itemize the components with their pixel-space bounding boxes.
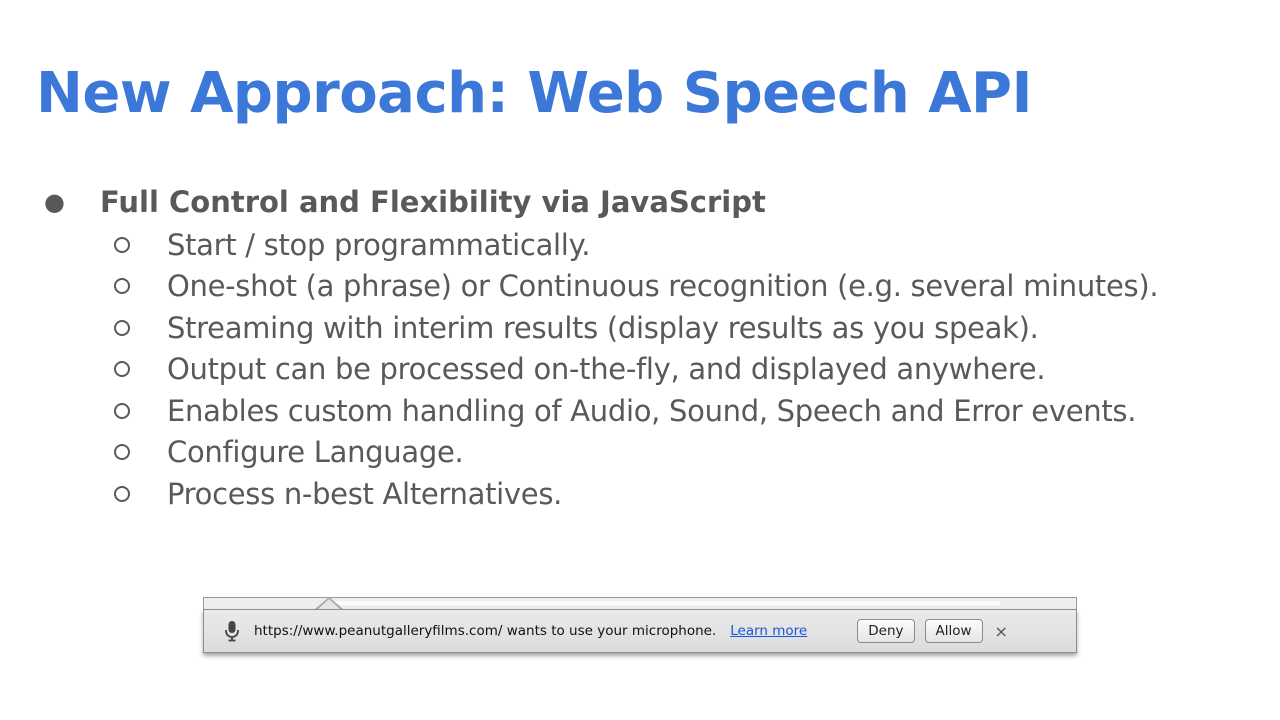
sub-bullet: Streaming with interim results (display … <box>44 307 1274 349</box>
sub-bullet-text: Process n-best Alternatives. <box>167 476 563 511</box>
sub-bullet-text: Output can be processed on-the-fly, and … <box>167 352 1046 387</box>
sub-bullet-list: Start / stop programmatically. One-shot … <box>44 224 1274 515</box>
allow-button[interactable]: Allow <box>924 619 983 643</box>
sub-bullet: Enables custom handling of Audio, Sound,… <box>44 390 1274 432</box>
sub-bullet: Output can be processed on-the-fly, and … <box>44 349 1274 391</box>
sub-bullet-text: One-shot (a phrase) or Continuous recogn… <box>167 269 1159 304</box>
circle-bullet-icon <box>114 278 130 295</box>
sub-bullet-text: Enables custom handling of Audio, Sound,… <box>167 393 1137 428</box>
bullet-dot-icon: ● <box>44 188 65 216</box>
close-icon[interactable]: × <box>995 622 1008 641</box>
learn-more-link[interactable]: Learn more <box>730 623 807 639</box>
circle-bullet-icon <box>114 485 130 502</box>
sub-bullet: Start / stop programmatically. <box>44 224 1274 266</box>
circle-bullet-icon <box>114 319 130 336</box>
sub-bullet-text: Streaming with interim results (display … <box>167 310 1039 345</box>
circle-bullet-icon <box>114 402 130 419</box>
sub-bullet: One-shot (a phrase) or Continuous recogn… <box>44 266 1274 308</box>
infobar-body: https://www.peanutgalleryfilms.com/ want… <box>203 609 1077 653</box>
sub-bullet-text: Configure Language. <box>167 435 464 470</box>
sub-bullet: Process n-best Alternatives. <box>44 473 1274 515</box>
circle-bullet-icon <box>114 444 130 461</box>
sub-bullet-text: Start / stop programmatically. <box>167 227 591 262</box>
microphone-permission-infobar: https://www.peanutgalleryfilms.com/ want… <box>203 597 1077 655</box>
bullet-list: ● Full Control and Flexibility via JavaS… <box>44 180 1274 515</box>
circle-bullet-icon <box>114 236 130 253</box>
permission-message: https://www.peanutgalleryfilms.com/ want… <box>254 623 717 639</box>
deny-button[interactable]: Deny <box>857 619 915 643</box>
slide-title: New Approach: Web Speech API <box>36 61 1032 126</box>
microphone-icon <box>225 621 239 642</box>
main-bullet: ● Full Control and Flexibility via JavaS… <box>44 180 1274 224</box>
main-bullet-text: Full Control and Flexibility via JavaScr… <box>100 185 766 219</box>
circle-bullet-icon <box>114 361 130 378</box>
sub-bullet: Configure Language. <box>44 432 1274 474</box>
